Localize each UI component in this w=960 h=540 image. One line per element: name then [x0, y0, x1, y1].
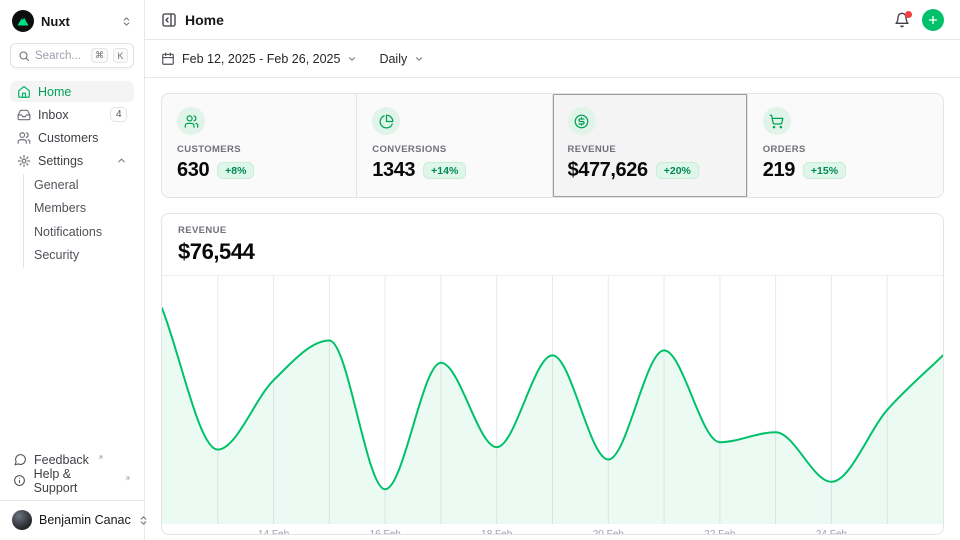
info-circle-icon	[13, 474, 27, 487]
sidebar-item-notifications[interactable]: Notifications	[27, 221, 134, 243]
stat-orders[interactable]: ORDERS 219 +15%	[748, 94, 943, 197]
stat-conversions[interactable]: CONVERSIONS 1343 +14%	[357, 94, 552, 197]
main-area: Home Feb 12, 2025 - Feb 26, 2025	[145, 0, 960, 540]
chevrons-up-down-icon	[121, 16, 132, 27]
page-header: Home	[145, 0, 960, 40]
sidebar-item-security[interactable]: Security	[27, 245, 134, 267]
users-icon	[17, 131, 31, 145]
external-link-icon	[97, 450, 104, 464]
chart-metric-value: $76,544	[178, 239, 927, 265]
stat-value: 1343	[372, 159, 415, 182]
period-value: Daily	[379, 52, 407, 66]
stat-delta-badge: +20%	[656, 162, 699, 179]
revenue-chart-svg	[162, 276, 943, 524]
sidebar-item-members[interactable]: Members	[27, 198, 134, 220]
workspace-switcher[interactable]: Nuxt	[10, 9, 134, 43]
sidebar-item-customers[interactable]: Customers	[10, 127, 134, 148]
chart-header: REVENUE $76,544	[162, 214, 943, 276]
sidebar-item-general[interactable]: General	[27, 174, 134, 196]
date-range-value: Feb 12, 2025 - Feb 26, 2025	[182, 52, 340, 66]
sidebar-item-inbox[interactable]: Inbox 4	[10, 104, 134, 125]
user-avatar	[12, 510, 32, 530]
stat-delta-badge: +14%	[423, 162, 466, 179]
plus-icon	[927, 14, 939, 26]
chevron-down-icon	[414, 54, 424, 64]
users-icon	[177, 107, 205, 135]
sidebar-item-label: Customers	[38, 131, 98, 145]
search-icon	[18, 50, 30, 62]
dashboard-app: Nuxt ⌘ K Home Inbo	[0, 0, 960, 540]
gear-icon	[17, 154, 31, 168]
kbd-command: ⌘	[91, 48, 108, 63]
calendar-icon	[161, 52, 175, 66]
sidebar-item-label: Inbox	[38, 108, 69, 122]
stat-label: CONVERSIONS	[372, 144, 536, 155]
stat-value: $477,626	[568, 159, 648, 182]
date-range-picker[interactable]: Feb 12, 2025 - Feb 26, 2025	[161, 52, 357, 66]
chart-metric-label: REVENUE	[178, 225, 927, 236]
footer-item-label: Help & Support	[34, 467, 116, 495]
x-tick-label: 18 Feb	[481, 529, 512, 535]
sidebar-item-label: Notifications	[34, 225, 102, 239]
sidebar-spacer	[10, 270, 134, 449]
notifications-button[interactable]	[894, 12, 910, 28]
chart-x-ticks: 14 Feb 16 Feb 18 Feb 20 Feb 22 Feb 24 Feb	[162, 524, 943, 535]
stat-label: CUSTOMERS	[177, 144, 341, 155]
footer-item-label: Feedback	[34, 453, 89, 467]
sidebar-item-label: Settings	[38, 154, 83, 168]
pie-chart-icon	[372, 107, 400, 135]
sidebar-nav: Home Inbox 4 Customers Settings	[10, 81, 134, 270]
nuxt-logo	[12, 10, 34, 32]
inbox-icon	[17, 108, 31, 122]
workspace-name: Nuxt	[41, 14, 114, 29]
revenue-chart[interactable]: 14 Feb 16 Feb 18 Feb 20 Feb 22 Feb 24 Feb	[162, 276, 943, 535]
sidebar-item-label: General	[34, 178, 78, 192]
filters-toolbar: Feb 12, 2025 - Feb 26, 2025 Daily	[145, 40, 960, 78]
x-tick-label: 22 Feb	[704, 529, 735, 535]
stat-value: 630	[177, 159, 209, 182]
x-tick-label: 16 Feb	[370, 529, 401, 535]
user-menu[interactable]: Benjamin Canac	[0, 500, 144, 534]
user-name: Benjamin Canac	[39, 513, 131, 527]
chevron-up-icon	[116, 155, 127, 166]
content: CUSTOMERS 630 +8% CONVERSIONS 1343 +14%	[145, 78, 960, 540]
kbd-k: K	[113, 48, 128, 63]
shopping-cart-icon	[763, 107, 791, 135]
stat-label: REVENUE	[568, 144, 732, 155]
stat-delta-badge: +15%	[803, 162, 846, 179]
external-link-icon	[124, 471, 131, 485]
sidebar-item-label: Security	[34, 248, 79, 262]
sidebar-item-label: Home	[38, 85, 71, 99]
stat-customers[interactable]: CUSTOMERS 630 +8%	[162, 94, 357, 197]
stat-value: 219	[763, 159, 795, 182]
x-tick-label: 14 Feb	[258, 529, 289, 535]
x-tick-label: 24 Feb	[816, 529, 847, 535]
circle-dollar-icon	[568, 107, 596, 135]
period-select[interactable]: Daily	[379, 52, 424, 66]
panel-collapse-icon[interactable]	[161, 12, 177, 28]
stats-row: CUSTOMERS 630 +8% CONVERSIONS 1343 +14%	[161, 93, 944, 198]
stat-label: ORDERS	[763, 144, 928, 155]
inbox-count-badge: 4	[110, 107, 127, 122]
add-button[interactable]	[922, 9, 944, 31]
page-title: Home	[185, 12, 224, 28]
sidebar-item-home[interactable]: Home	[10, 81, 134, 102]
chevron-down-icon	[347, 54, 357, 64]
x-tick-label: 20 Feb	[593, 529, 624, 535]
sidebar-item-settings[interactable]: Settings	[10, 150, 134, 171]
message-bubble-icon	[13, 453, 27, 466]
sidebar: Nuxt ⌘ K Home Inbo	[0, 0, 145, 540]
home-icon	[17, 85, 31, 99]
sidebar-item-help-support[interactable]: Help & Support	[10, 470, 134, 491]
stat-delta-badge: +8%	[217, 162, 254, 179]
search-box[interactable]: ⌘ K	[10, 43, 134, 68]
settings-subnav: General Members Notifications Security	[23, 174, 134, 268]
sidebar-item-label: Members	[34, 201, 86, 215]
stat-revenue[interactable]: REVENUE $477,626 +20%	[553, 94, 748, 197]
revenue-chart-panel: REVENUE $76,544 14 Feb 16 Feb 18 Feb 20 Feb…	[161, 213, 944, 535]
search-input[interactable]	[35, 50, 86, 62]
notification-dot	[905, 11, 912, 18]
